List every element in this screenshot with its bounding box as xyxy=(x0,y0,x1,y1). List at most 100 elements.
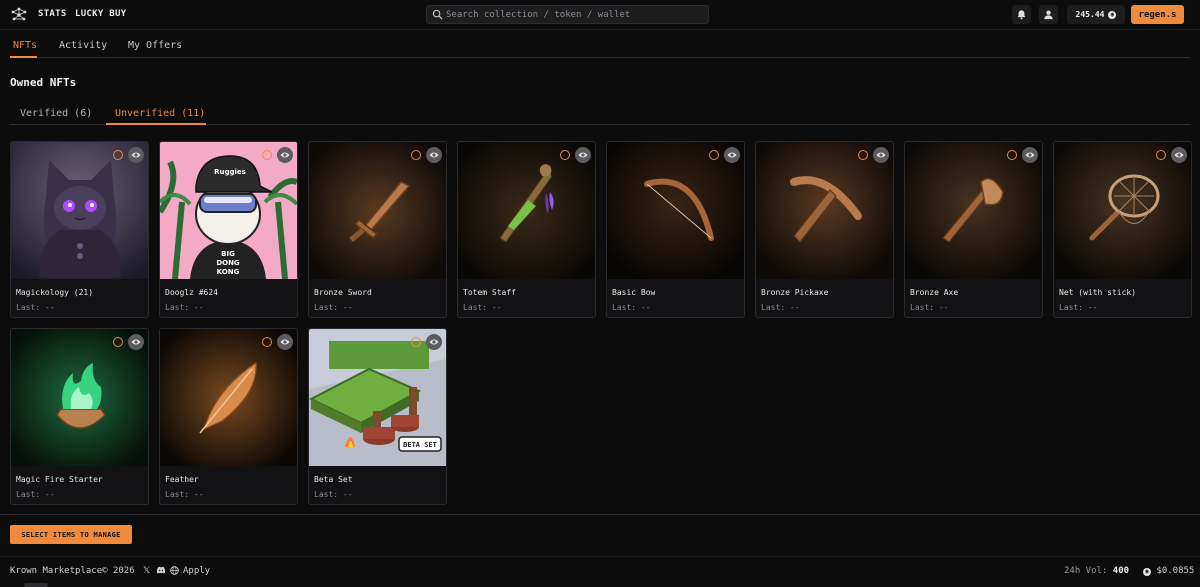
search-box[interactable] xyxy=(426,5,709,24)
nft-image: BETA SET xyxy=(309,329,446,466)
nft-name: Magickology (21) xyxy=(16,288,94,297)
footer-copyright: Krown Marketplace© 2026 xyxy=(10,566,135,576)
select-checkbox[interactable] xyxy=(560,150,570,160)
nft-last-price: Last: -- xyxy=(165,303,204,312)
eye-icon xyxy=(429,339,439,345)
nft-image xyxy=(607,142,744,279)
globe-icon[interactable] xyxy=(170,566,179,578)
select-checkbox[interactable] xyxy=(858,150,868,160)
search-icon xyxy=(432,9,443,20)
view-button[interactable] xyxy=(1171,147,1187,163)
volume-value: 400 xyxy=(1112,566,1130,576)
svg-text:BIG: BIG xyxy=(221,250,235,258)
section-title: Owned NFTs xyxy=(10,76,77,89)
nft-card[interactable]: Net (with stick) Last: -- xyxy=(1053,141,1192,318)
main-tabs: NFTs Activity My Offers xyxy=(0,30,1200,58)
tabs-divider xyxy=(10,57,1190,58)
view-button[interactable] xyxy=(277,334,293,350)
select-checkbox[interactable] xyxy=(262,337,272,347)
nft-image xyxy=(756,142,893,279)
krown-logo-icon[interactable] xyxy=(10,6,28,24)
view-button[interactable] xyxy=(128,147,144,163)
nft-name: Bronze Axe xyxy=(910,288,959,297)
balance-display[interactable]: 245.44 ◉ xyxy=(1067,5,1125,24)
nft-card[interactable]: Magic Fire Starter Last: -- xyxy=(10,328,149,505)
verification-tabs: Verified (6) Unverified (11) xyxy=(0,100,1200,126)
select-checkbox[interactable] xyxy=(1007,150,1017,160)
view-button[interactable] xyxy=(277,147,293,163)
nft-card[interactable]: Feather Last: -- xyxy=(159,328,298,505)
nft-name: Bronze Sword xyxy=(314,288,372,297)
coin-icon: ◉ xyxy=(1143,567,1151,576)
nft-image xyxy=(11,142,148,279)
select-checkbox[interactable] xyxy=(709,150,719,160)
eye-icon xyxy=(578,152,588,158)
bell-icon xyxy=(1017,10,1026,20)
nft-last-price: Last: -- xyxy=(612,303,651,312)
select-checkbox[interactable] xyxy=(411,337,421,347)
nft-card[interactable]: Ruggies BIG DONG KONG Dooglz #624 Last: … xyxy=(159,141,298,318)
nft-name: Beta Set xyxy=(314,475,353,484)
view-button[interactable] xyxy=(724,147,740,163)
nft-card[interactable]: Basic Bow Last: -- xyxy=(606,141,745,318)
select-checkbox[interactable] xyxy=(113,150,123,160)
user-icon xyxy=(1044,10,1053,20)
nft-card[interactable]: Bronze Sword Last: -- xyxy=(308,141,447,318)
discord-icon[interactable] xyxy=(156,566,166,577)
tab-verified[interactable]: Verified (6) xyxy=(20,108,92,119)
volume-24h: 24h Vol: 400 xyxy=(1064,566,1130,576)
nft-last-price: Last: -- xyxy=(463,303,502,312)
apply-link[interactable]: Apply xyxy=(183,566,210,576)
nft-card[interactable]: BETA SET Beta Set Last: -- xyxy=(308,328,447,505)
scrollbar[interactable] xyxy=(24,583,48,587)
nft-last-price: Last: -- xyxy=(314,490,353,499)
svg-text:KONG: KONG xyxy=(217,268,240,276)
footer: Krown Marketplace© 2026 𝕏 Apply 24h Vol:… xyxy=(0,556,1200,587)
nft-last-price: Last: -- xyxy=(761,303,800,312)
nft-image xyxy=(458,142,595,279)
profile-button[interactable] xyxy=(1039,5,1058,24)
eye-icon xyxy=(280,339,290,345)
nft-card[interactable]: Magickology (21) Last: -- xyxy=(10,141,149,318)
select-checkbox[interactable] xyxy=(113,337,123,347)
nav-stats[interactable]: STATS xyxy=(38,9,67,19)
nft-card[interactable]: Totem Staff Last: -- xyxy=(457,141,596,318)
eye-icon xyxy=(1174,152,1184,158)
tab-unverified[interactable]: Unverified (11) xyxy=(115,108,205,119)
user-wallet-button[interactable]: regen.s xyxy=(1131,5,1184,24)
select-checkbox[interactable] xyxy=(1156,150,1166,160)
tab-nfts[interactable]: NFTs xyxy=(13,40,37,51)
select-checkbox[interactable] xyxy=(411,150,421,160)
eye-icon xyxy=(131,339,141,345)
active-sub-tab-indicator xyxy=(106,123,206,125)
view-button[interactable] xyxy=(873,147,889,163)
nft-last-price: Last: -- xyxy=(16,490,55,499)
svg-text:Ruggies: Ruggies xyxy=(214,168,246,176)
view-button[interactable] xyxy=(426,147,442,163)
nft-card[interactable]: Bronze Axe Last: -- xyxy=(904,141,1043,318)
eye-icon xyxy=(876,152,886,158)
select-items-button[interactable]: SELECT ITEMS TO MANAGE xyxy=(10,525,132,544)
search-input[interactable] xyxy=(446,7,701,22)
nft-image xyxy=(309,142,446,279)
tab-activity[interactable]: Activity xyxy=(59,40,107,51)
view-button[interactable] xyxy=(128,334,144,350)
x-twitter-icon[interactable]: 𝕏 xyxy=(143,566,150,576)
nft-last-price: Last: -- xyxy=(16,303,55,312)
select-checkbox[interactable] xyxy=(262,150,272,160)
view-button[interactable] xyxy=(1022,147,1038,163)
nft-card[interactable]: Bronze Pickaxe Last: -- xyxy=(755,141,894,318)
nft-name: Totem Staff xyxy=(463,288,516,297)
nav-lucky-buy[interactable]: LUCKY BUY xyxy=(75,9,126,19)
svg-text:DONG: DONG xyxy=(216,259,240,267)
nft-image: Ruggies BIG DONG KONG xyxy=(160,142,297,279)
token-price: ◉ $0.0855 xyxy=(1143,566,1194,576)
eye-icon xyxy=(131,152,141,158)
nft-last-price: Last: -- xyxy=(165,490,204,499)
notifications-button[interactable] xyxy=(1012,5,1031,24)
nft-name: Bronze Pickaxe xyxy=(761,288,829,297)
tab-my-offers[interactable]: My Offers xyxy=(128,40,182,51)
nft-name: Basic Bow xyxy=(612,288,656,297)
view-button[interactable] xyxy=(426,334,442,350)
view-button[interactable] xyxy=(575,147,591,163)
